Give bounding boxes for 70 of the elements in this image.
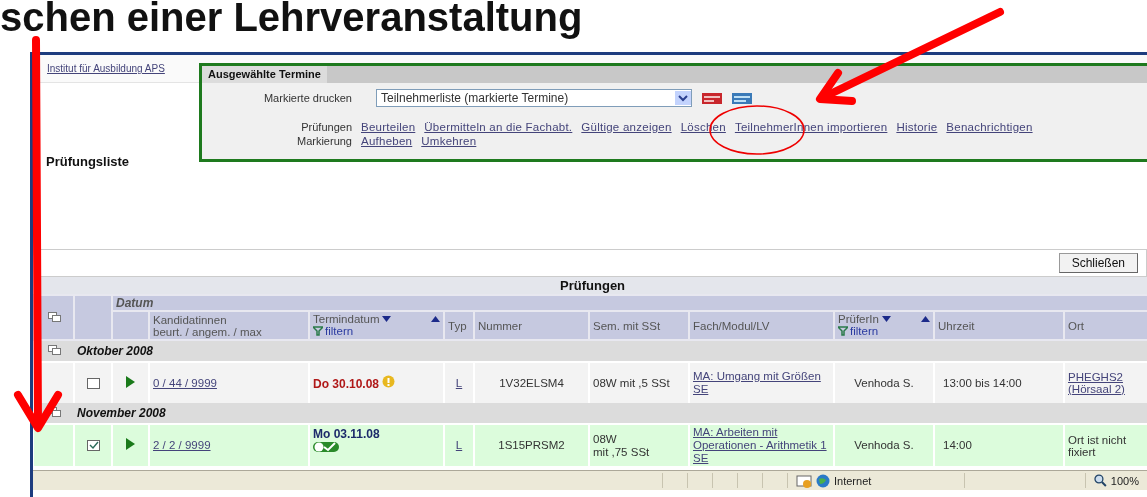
globe-icon (816, 473, 830, 488)
slide-title: schen einer Lehrveranstaltung (0, 0, 583, 40)
action-link[interactable]: Übermitteln an die Fachabt. (424, 121, 573, 133)
print-label: Markierte drucken (262, 92, 352, 104)
breadcrumb-link[interactable]: Institut für Ausbildung APS (47, 63, 165, 74)
panel-tab[interactable]: Ausgewählte Termine (202, 66, 327, 83)
table-cell: Venhoda S. (834, 424, 934, 466)
table-cell: 08W mit ,75 SSt (589, 424, 689, 466)
approved-badge-icon (313, 440, 339, 453)
action-group-label: Prüfungen (300, 121, 352, 133)
action-link[interactable]: Gültige anzeigen (581, 121, 672, 133)
column-header[interactable]: PrüferIn (838, 313, 879, 325)
action-group-label: Markierung (295, 135, 352, 147)
month-group-label: November 2008 (74, 403, 1147, 424)
location-text: Ort ist nicht fixiert (1068, 433, 1128, 458)
stacked-squares-icon (46, 310, 62, 323)
column-header: Typ (448, 319, 467, 332)
action-link[interactable]: Umkehren (421, 135, 477, 147)
type-link[interactable]: L (455, 439, 463, 451)
action-link[interactable]: Beurteilen (361, 121, 416, 133)
dropdown-caret-icon (677, 93, 689, 103)
close-button[interactable]: Schließen (1058, 253, 1138, 273)
play-icon (126, 438, 135, 450)
zone-label: Internet (834, 474, 872, 487)
print-list-select[interactable]: Teilnehmerliste (markierte Termine) (376, 89, 692, 107)
column-header: Nummer (478, 319, 523, 332)
table-cell: 1S15PRSM2 (474, 424, 589, 466)
sort-up-icon[interactable] (921, 315, 930, 323)
table-row[interactable]: 0 / 44 / 9999 Do 30.10.08 L 1V32ELSM4 08W mit ,5 SSt MA: Umgang mit Größen SE Venhoda S. 13:00 bis 14:00 PHEGHS2 (Hörsaal 2) (34, 362, 1147, 403)
candidates-link[interactable]: 2 / 2 / 9999 (153, 439, 211, 451)
table-row[interactable]: 2 / 2 / 9999 Mo 03.11.08 L 1S15PRSM2 08W mit ,75 SSt MA: Arbeiten mit Operationen - Arithmetik 1 SE Venhoda S. 14:00 Ort ist nicht fixiert (34, 424, 1147, 466)
table-cell: Venhoda S. (834, 362, 934, 403)
column-header: Ort (1068, 319, 1084, 332)
filter-link[interactable]: filtern (325, 325, 354, 337)
page-title: Prüfungsliste (46, 154, 130, 169)
exam-date: Mo 03.11.08 (313, 426, 380, 441)
action-link[interactable]: Historie (896, 121, 938, 133)
play-icon (126, 375, 135, 388)
security-zone-icon (796, 473, 812, 488)
candidates-link[interactable]: 0 / 44 / 9999 (153, 376, 217, 389)
sort-down-icon[interactable] (382, 315, 392, 323)
column-header: Kandidatinnen beurt. / angem. / max (153, 313, 262, 338)
type-link[interactable]: L (455, 376, 463, 389)
column-header: Sem. mit SSt (593, 319, 661, 332)
month-group-label: Oktober 2008 (74, 340, 1147, 362)
table-cell: 1V32ELSM4 (474, 362, 589, 403)
info-icon (382, 375, 396, 388)
pdf-file-icon (702, 91, 722, 105)
html-file-icon (732, 91, 752, 105)
filter-icon (838, 326, 848, 336)
exam-date: Do 30.10.08 (313, 377, 380, 391)
table-cell: 08W mit ,5 SSt (589, 362, 689, 403)
sort-down-icon[interactable] (881, 315, 891, 323)
row-checkbox[interactable] (86, 377, 100, 389)
column-group-header: Datum (112, 295, 1147, 311)
column-header: Uhrzeit (938, 319, 975, 332)
zoom-icon (1094, 474, 1107, 487)
action-link[interactable]: Aufheben (361, 135, 413, 147)
sort-up-icon[interactable] (431, 315, 440, 323)
check-icon (88, 441, 99, 451)
filter-link[interactable]: filtern (850, 325, 879, 337)
column-header: Fach/Modul/LV (693, 319, 770, 332)
row-checkbox[interactable] (86, 440, 100, 452)
column-header[interactable]: Termindatum (313, 313, 380, 325)
filter-icon (313, 326, 323, 336)
zoom-level[interactable]: 100% (1110, 474, 1139, 487)
table-cell: 13:00 bis 14:00 (934, 362, 1064, 403)
stacked-squares-icon (46, 344, 62, 356)
table-cell: 14:00 (934, 424, 1064, 466)
action-link[interactable]: Benachrichtigen (946, 121, 1033, 133)
